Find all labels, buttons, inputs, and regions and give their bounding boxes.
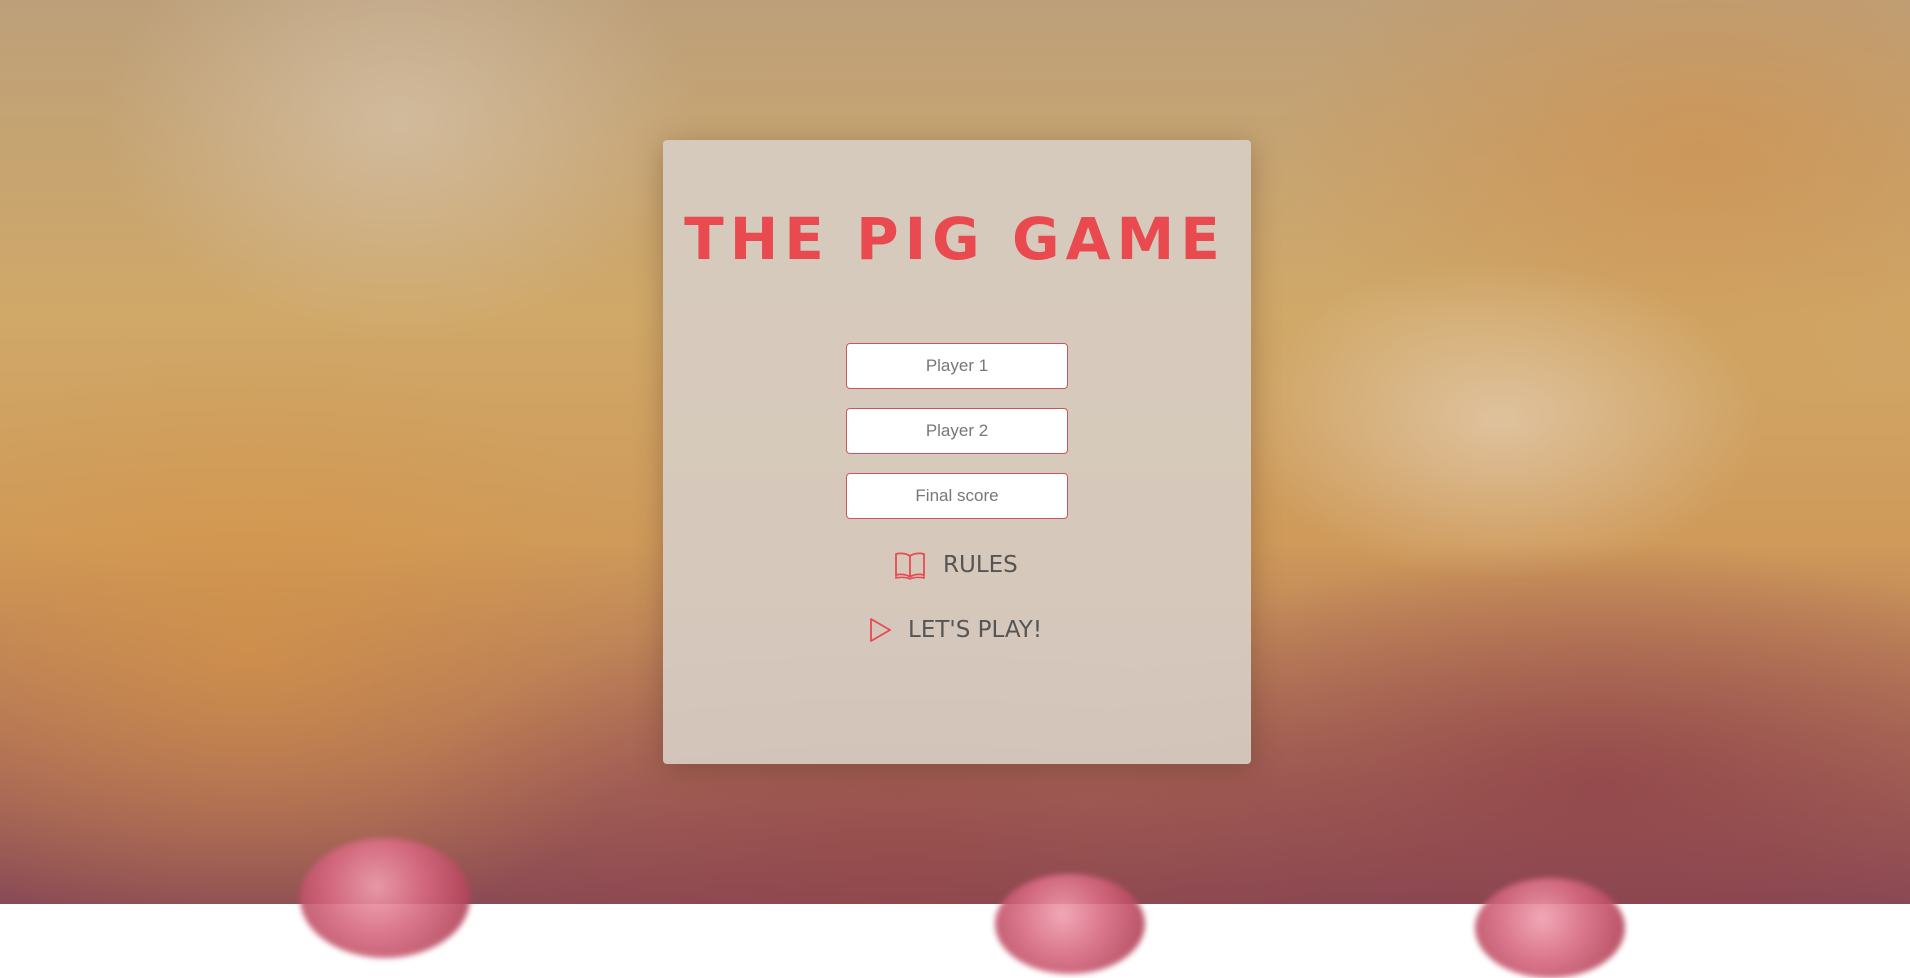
player2-input[interactable] [846,408,1068,454]
lets-play-link[interactable]: LET'S PLAY! [867,616,1042,644]
raspberry-right [1475,878,1625,978]
player1-input[interactable] [846,343,1068,389]
play-icon [867,616,893,644]
final-score-input[interactable] [846,473,1068,519]
raspberry-left [300,838,470,958]
raspberry-center [995,874,1145,974]
lets-play-label: LET'S PLAY! [908,617,1043,643]
rules-label: RULES [943,552,1018,578]
book-icon [893,548,927,582]
rules-link[interactable]: RULES [893,548,1018,582]
game-title: THE PIG GAME [684,205,1226,273]
